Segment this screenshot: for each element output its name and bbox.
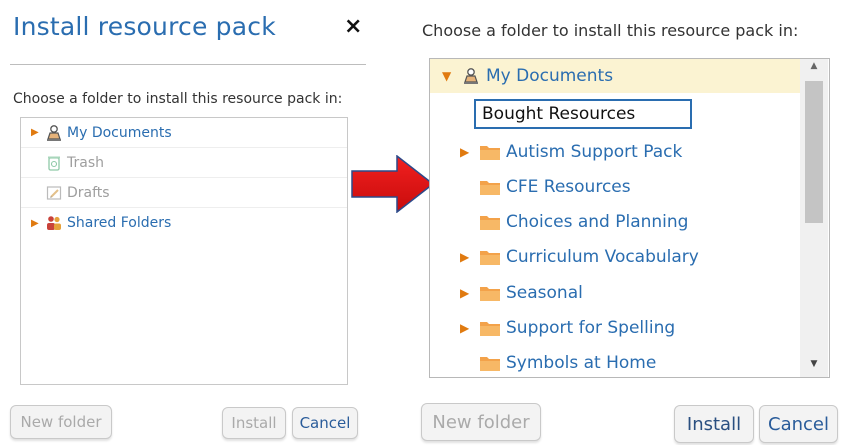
tree-item-folder[interactable]: ▶ Curriculum Vocabulary <box>460 242 699 272</box>
folder-tree: ▼ My Documents ▶ Autism Support Pack ▶ <box>429 58 830 378</box>
tree-item-folder[interactable]: ▶ CFE Resources <box>460 172 631 202</box>
install-button[interactable]: Install <box>222 407 286 439</box>
scrollbar-thumb[interactable] <box>805 81 823 223</box>
user-documents-icon <box>47 124 61 141</box>
tree-item-label: Support for Spelling <box>506 318 676 338</box>
folder-icon <box>480 181 500 195</box>
expand-arrow-icon[interactable]: ▶ <box>460 250 474 264</box>
collapse-arrow-icon[interactable]: ▼ <box>442 69 456 83</box>
close-icon[interactable]: × <box>344 14 362 39</box>
folder-icon <box>480 146 500 160</box>
tree-item-label: Seasonal <box>506 283 583 303</box>
install-button[interactable]: Install <box>674 405 754 443</box>
scroll-down-icon[interactable]: ▼ <box>800 359 828 373</box>
dialog-title: Install resource pack <box>13 12 276 41</box>
title-divider <box>10 64 366 65</box>
drafts-icon <box>46 185 62 200</box>
tree-item-folder[interactable]: ▶ Support for Spelling <box>460 313 675 343</box>
tree-item-label: My Documents <box>486 66 614 86</box>
tree-item-label: My Documents <box>67 124 172 141</box>
tree-item-label: Drafts <box>67 184 110 201</box>
trash-icon <box>48 156 60 171</box>
tree-item-folder[interactable]: ▶ Symbols at Home <box>460 348 657 377</box>
expand-arrow-icon[interactable]: ▶ <box>31 218 41 229</box>
tree-item-trash: ▶ Trash <box>21 148 347 178</box>
cancel-button[interactable]: Cancel <box>759 405 838 443</box>
cancel-button[interactable]: Cancel <box>292 407 358 439</box>
expand-arrow-icon[interactable]: ▶ <box>460 286 474 300</box>
user-documents-icon <box>464 68 478 84</box>
tree-item-label: Symbols at Home <box>506 353 657 373</box>
tree-item-folder[interactable]: ▶ Autism Support Pack <box>460 137 682 167</box>
folder-icon <box>480 322 500 336</box>
expand-arrow-icon[interactable]: ▶ <box>31 127 41 138</box>
tree-item-label: Autism Support Pack <box>506 142 683 162</box>
tree-item-folder[interactable]: ▶ Choices and Planning <box>460 207 688 237</box>
folder-tree: ▶ My Documents ▶ Trash ▶ Dr <box>20 117 348 385</box>
vertical-scrollbar[interactable]: ▲ ▼ <box>800 59 828 377</box>
new-folder-button[interactable]: New folder <box>421 403 541 441</box>
scroll-up-icon[interactable]: ▲ <box>800 61 828 75</box>
new-folder-button[interactable]: New folder <box>10 405 112 439</box>
install-dialog-initial: Install resource pack × Choose a folder … <box>0 0 370 445</box>
folder-prompt: Choose a folder to install this resource… <box>13 91 343 107</box>
tree-item-label: Shared Folders <box>67 215 172 231</box>
folder-prompt: Choose a folder to install this resource… <box>422 21 799 40</box>
folder-icon <box>480 216 500 230</box>
folder-icon <box>480 251 500 265</box>
tree-item-my-documents[interactable]: ▼ My Documents <box>442 61 613 91</box>
shared-folders-icon <box>47 216 61 230</box>
tree-item-my-documents[interactable]: ▶ My Documents <box>21 118 347 148</box>
install-dialog-new-folder: Choose a folder to install this resource… <box>410 0 850 445</box>
expand-arrow-icon[interactable]: ▶ <box>460 321 474 335</box>
tree-item-folder[interactable]: ▶ Seasonal <box>460 278 583 308</box>
tree-item-label: Trash <box>67 154 104 171</box>
tree-item-label: Curriculum Vocabulary <box>506 247 699 267</box>
expand-arrow-icon[interactable]: ▶ <box>460 145 474 159</box>
folder-icon <box>480 357 500 371</box>
tree-item-shared-folders[interactable]: ▶ Shared Folders <box>21 208 347 238</box>
tree-item-label: Choices and Planning <box>506 212 689 232</box>
new-folder-name-input[interactable] <box>474 99 692 129</box>
tree-item-label: CFE Resources <box>506 177 631 197</box>
tree-item-drafts: ▶ Drafts <box>21 178 347 208</box>
folder-icon <box>480 287 500 301</box>
